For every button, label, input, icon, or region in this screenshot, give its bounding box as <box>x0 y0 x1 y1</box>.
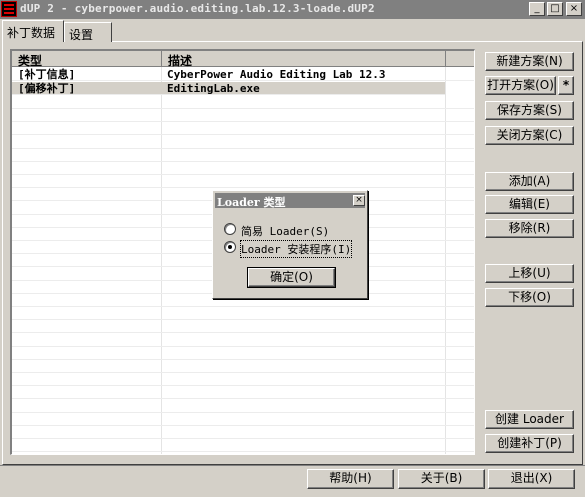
window-title: dUP 2 - cyberpower.audio.editing.lab.12.… <box>20 2 375 15</box>
empty-row <box>12 347 474 360</box>
cell-description: EditingLab.exe <box>167 82 260 95</box>
empty-row <box>12 175 474 189</box>
tab-patch-data[interactable]: 补丁数据 <box>2 20 64 42</box>
empty-row <box>12 360 474 373</box>
tab-settings[interactable]: 设置 <box>64 22 112 42</box>
create-loader-button[interactable]: 创建 Loader <box>485 410 574 429</box>
empty-row <box>12 334 474 347</box>
app-icon[interactable] <box>1 1 17 17</box>
maximize-icon: □ <box>550 3 560 14</box>
move-up-button[interactable]: 上移(U) <box>485 264 574 283</box>
remove-button[interactable]: 移除(R) <box>485 219 574 238</box>
add-button[interactable]: 添加(A) <box>485 172 574 191</box>
cell-type: [偏移补丁] <box>18 82 76 95</box>
empty-row <box>12 373 474 387</box>
radio-dot-icon <box>228 245 232 249</box>
empty-row <box>12 452 474 454</box>
radio-button[interactable] <box>224 223 236 235</box>
close-icon: × <box>569 3 579 14</box>
empty-row <box>12 439 474 453</box>
help-button[interactable]: 帮助(H) <box>307 469 394 489</box>
empty-row <box>12 149 474 162</box>
column-header-description[interactable]: 描述 <box>162 51 446 68</box>
dialog-close-button[interactable]: × <box>353 195 365 206</box>
empty-row <box>12 162 474 175</box>
empty-row <box>12 122 474 136</box>
bottom-separator <box>0 465 585 466</box>
about-button[interactable]: 关于(B) <box>398 469 485 489</box>
new-plan-button[interactable]: 新建方案(N) <box>485 52 574 71</box>
cell-type: [补丁信息] <box>18 68 76 81</box>
dialog-title[interactable]: Loader 类型 <box>215 193 365 209</box>
empty-row <box>12 109 474 123</box>
table-row[interactable]: [补丁信息] CyberPower Audio Editing Lab 12.3 <box>12 68 474 81</box>
open-plan-button[interactable]: 打开方案(O) <box>485 76 556 95</box>
radio-loader-installer[interactable]: Loader 安装程序(I) <box>224 240 364 258</box>
table-row-selected[interactable]: [偏移补丁] EditingLab.exe <box>12 82 445 95</box>
close-icon: × <box>355 195 363 205</box>
minimize-button[interactable]: _ <box>529 2 545 16</box>
close-plan-button[interactable]: 关闭方案(C) <box>485 126 574 145</box>
empty-row <box>12 320 474 334</box>
empty-row <box>12 426 474 439</box>
empty-row <box>12 413 474 426</box>
radio-simple-loader[interactable]: 简易 Loader(S) <box>224 222 364 238</box>
open-plan-star-button[interactable]: * <box>558 76 574 95</box>
move-down-button[interactable]: 下移(O) <box>485 288 574 307</box>
radio-label: Loader 安装程序(I) <box>239 240 353 258</box>
loader-type-dialog[interactable]: Loader 类型 × 简易 Loader(S) Loader 安装程序(I) … <box>212 190 368 299</box>
maximize-button[interactable]: □ <box>547 2 563 16</box>
column-header-type[interactable]: 类型 <box>12 51 162 68</box>
radio-label: 简易 Loader(S) <box>241 225 330 238</box>
exit-button[interactable]: 退出(X) <box>488 469 575 489</box>
empty-row <box>12 400 474 413</box>
minimize-icon: _ <box>534 3 540 14</box>
empty-row <box>12 307 474 321</box>
column-header-filler <box>446 51 474 67</box>
close-button[interactable]: × <box>566 2 582 16</box>
ok-button[interactable]: 确定(O) <box>247 267 336 288</box>
empty-row <box>12 96 474 109</box>
empty-row <box>12 136 474 149</box>
tab-label: 设置 <box>69 28 94 42</box>
edit-button[interactable]: 编辑(E) <box>485 195 574 214</box>
radio-button-checked[interactable] <box>224 241 236 253</box>
create-patch-button[interactable]: 创建补丁(P) <box>485 434 574 453</box>
empty-row <box>12 386 474 400</box>
cell-description: CyberPower Audio Editing Lab 12.3 <box>167 68 386 81</box>
tab-label: 补丁数据 <box>7 26 56 40</box>
save-plan-button[interactable]: 保存方案(S) <box>485 101 574 120</box>
